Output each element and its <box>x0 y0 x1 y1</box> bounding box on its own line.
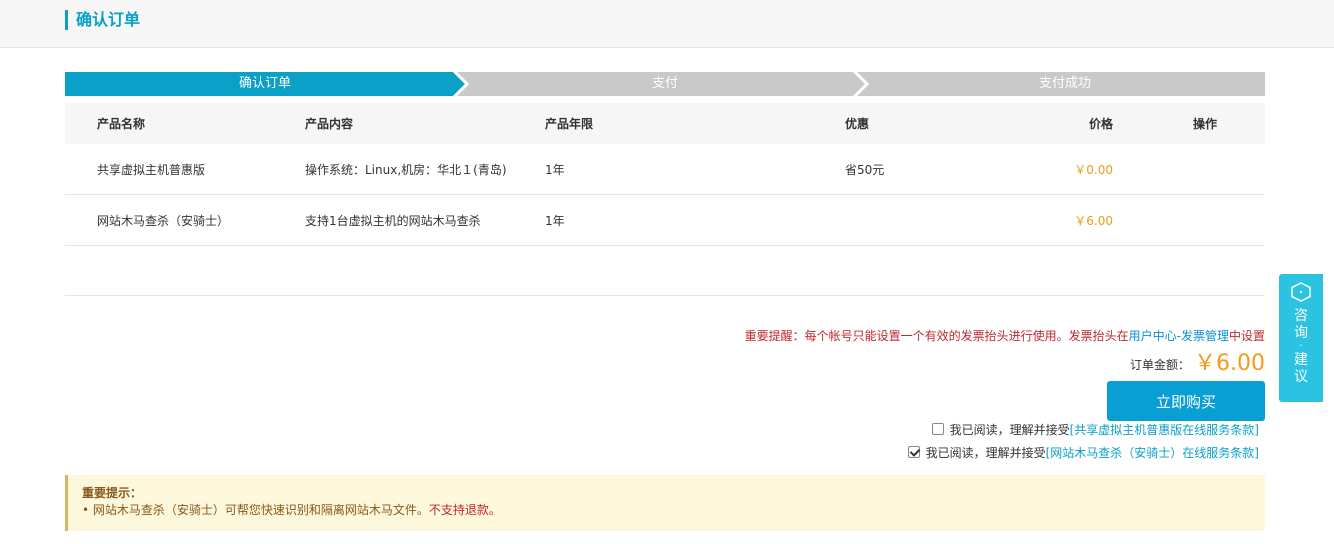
important-notice: 重要提示： • 网站木马查杀（安骑士）可帮您快速识别和隔离网站木马文件。不支持退… <box>65 475 1265 531</box>
header-product-name: 产品名称 <box>97 117 146 131</box>
product-content: 支持1台虚拟主机的网站木马查杀 <box>305 213 481 228</box>
total-amount: ￥6.00 <box>1194 351 1265 376</box>
product-price: ￥0.00 <box>1074 162 1113 177</box>
product-content: 操作系统：Linux,机房：华北１(青岛) <box>305 162 507 177</box>
table-row: 网站木马查杀（安骑士） 支持1台虚拟主机的网站木马查杀 1年 ￥6.00 <box>65 195 1265 246</box>
table-empty-row <box>65 246 1265 296</box>
product-term: 1年 <box>545 162 565 177</box>
step-confirm-order: 确认订单 <box>238 76 291 91</box>
product-name: 网站木马查杀（安骑士） <box>97 213 230 228</box>
header-product-term: 产品年限 <box>545 117 594 131</box>
agreement-text: 我已阅读，理解并接受 <box>949 422 1070 437</box>
total-label: 订单金额： <box>1129 357 1190 372</box>
widget-separator: · <box>1299 341 1303 352</box>
step-pay: 支付 <box>651 76 678 91</box>
product-term: 1年 <box>545 213 565 228</box>
header-price: 价格 <box>1088 117 1113 131</box>
notice-line: • 网站木马查杀（安骑士）可帮您快速识别和隔离网站木马文件。不支持退款。 <box>82 501 1251 519</box>
agreement-terms-link[interactable]: [共享虚拟主机普惠版在线服务条款] <box>1070 421 1259 438</box>
notice-title: 重要提示： <box>82 486 143 500</box>
consult-feedback-widget[interactable]: 咨 询 · 建 议 <box>1279 274 1323 402</box>
table-row: 共享虚拟主机普惠版 操作系统：Linux,机房：华北１(青岛) 1年 省50元 … <box>65 144 1265 195</box>
header-product-content: 产品内容 <box>305 117 354 131</box>
progress-steps: 确认订单 支付 支付成功 <box>65 72 1265 96</box>
product-discount: 省50元 <box>845 162 885 177</box>
widget-char: 议 <box>1294 369 1308 385</box>
widget-char: 询 <box>1294 325 1308 341</box>
product-name: 共享虚拟主机普惠版 <box>97 162 206 177</box>
step-pay-success: 支付成功 <box>1038 76 1091 91</box>
agreement-text: 我已阅读，理解并接受 <box>925 445 1046 460</box>
reminder-text: 重要提醒：每个帐号只能设置一个有效的发票抬头进行使用。发票抬头在 <box>744 329 1129 343</box>
widget-char: 咨 <box>1294 308 1308 324</box>
agreement-row: 我已阅读，理解并接受 [共享虚拟主机普惠版在线服务条款] <box>931 421 1259 438</box>
invoice-management-link[interactable]: 用户中心-发票管理 <box>1129 329 1229 343</box>
hexagon-icon <box>1291 282 1311 302</box>
reminder-suffix: 中设置 <box>1228 329 1265 343</box>
no-refund-warning: 不支持退款。 <box>428 503 501 517</box>
product-price: ￥6.00 <box>1074 213 1113 228</box>
header-discount: 优惠 <box>845 117 870 131</box>
buy-now-button[interactable]: 立即购买 <box>1107 381 1265 421</box>
agreement-terms-link[interactable]: [网站木马查杀（安骑士）在线服务条款] <box>1046 444 1259 461</box>
order-total: 订单金额： ￥6.00 <box>1130 346 1265 376</box>
widget-char: 建 <box>1294 352 1308 368</box>
agreement-checkbox[interactable] <box>907 446 920 458</box>
notice-text: • 网站木马查杀（安骑士）可帮您快速识别和隔离网站木马文件。 <box>82 503 429 517</box>
agreement-checkbox[interactable] <box>931 423 944 435</box>
order-table: 产品名称 产品内容 产品年限 优惠 价格 操作 共享虚拟主机普惠版 操作系统：L… <box>65 103 1265 296</box>
top-header-bar: 确认订单 <box>0 0 1334 48</box>
page-title: 确认订单 <box>65 10 140 30</box>
table-header: 产品名称 产品内容 产品年限 优惠 价格 操作 <box>65 103 1265 144</box>
header-action: 操作 <box>1193 117 1218 131</box>
agreement-row: 我已阅读，理解并接受 [网站木马查杀（安骑士）在线服务条款] <box>907 444 1259 461</box>
invoice-reminder: 重要提醒：每个帐号只能设置一个有效的发票抬头进行使用。发票抬头在用户中心-发票管… <box>745 327 1265 344</box>
